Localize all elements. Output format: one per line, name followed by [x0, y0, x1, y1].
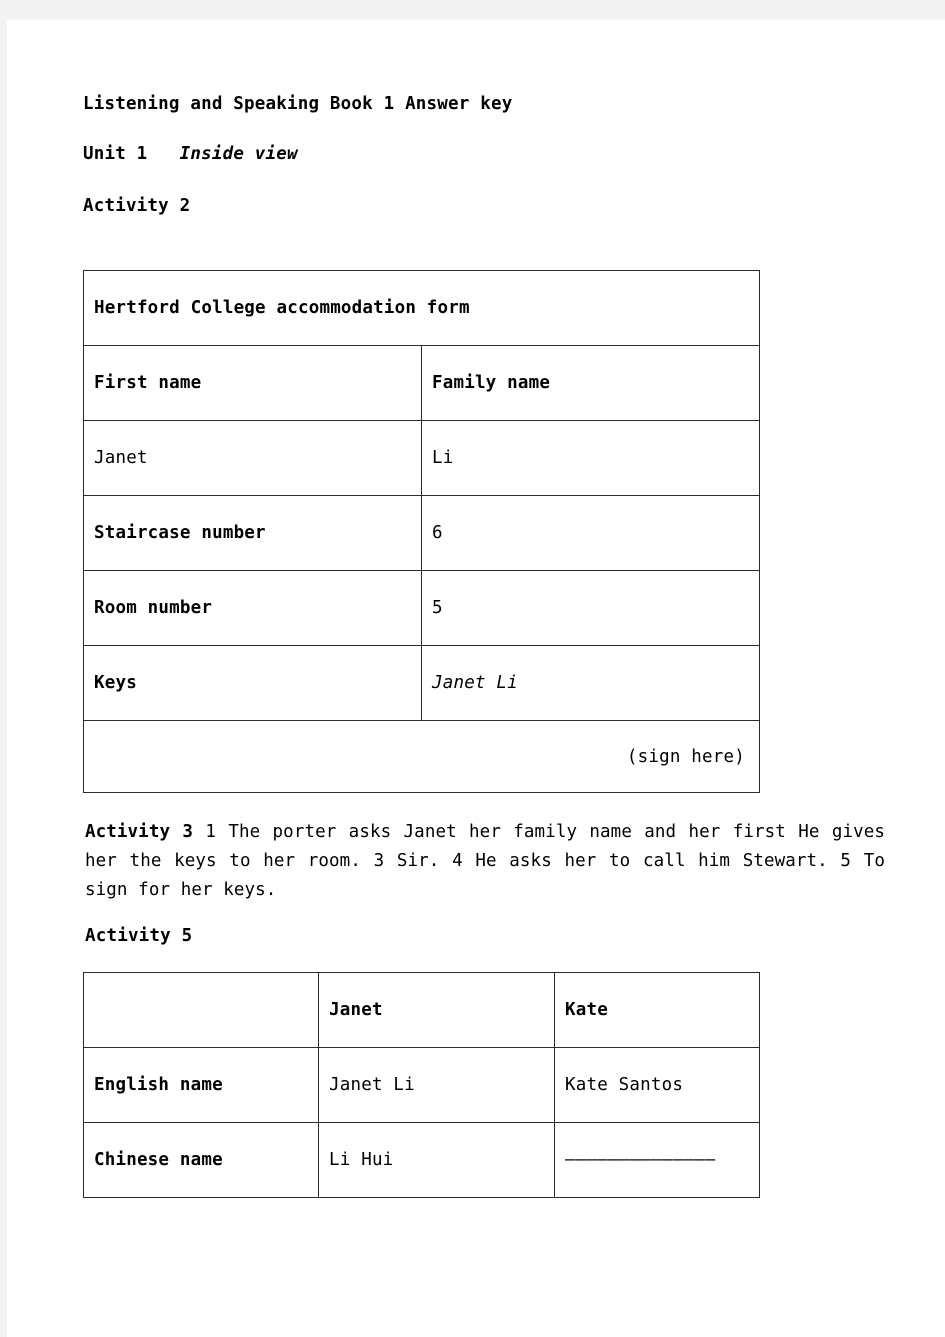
accommodation-form-table: Hertford College accommodation form Firs…	[83, 270, 760, 793]
table-row: Room number 5	[83, 570, 760, 646]
staircase-number-value: 6	[421, 495, 760, 571]
keys-label: Keys	[83, 645, 422, 721]
table-row: English name Janet Li Kate Santos	[83, 1047, 760, 1123]
first-name-label: First name	[83, 345, 422, 421]
table-row: Keys Janet Li	[83, 645, 760, 721]
english-name-janet: Janet Li	[318, 1047, 555, 1123]
keys-signature-value: Janet Li	[421, 645, 760, 721]
unit-number: Unit 1	[83, 144, 148, 164]
unit-title: Inside view	[179, 144, 298, 164]
chinese-name-label: Chinese name	[83, 1122, 319, 1198]
table-row: First name Family name	[83, 345, 760, 421]
table-row: Janet Li	[83, 420, 760, 496]
names-table-corner-cell	[83, 972, 319, 1048]
unit-spacer	[147, 144, 179, 164]
family-name-value: Li	[421, 420, 760, 496]
staircase-number-label: Staircase number	[83, 495, 422, 571]
activity-3-label: Activity 3	[85, 822, 194, 842]
activity-3-block: Activity 3 1 The porter asks Janet her f…	[85, 818, 885, 905]
names-comparison-table: Janet Kate English name Janet Li Kate Sa…	[83, 972, 760, 1198]
activity-5-heading: Activity 5	[85, 926, 193, 946]
first-name-value: Janet	[83, 420, 422, 496]
chinese-name-janet: Li Hui	[318, 1122, 555, 1198]
document-page: Listening and Speaking Book 1 Answer key…	[7, 20, 945, 1337]
unit-heading: Unit 1 Inside view	[83, 144, 883, 198]
column-header-kate: Kate	[554, 972, 760, 1048]
family-name-label: Family name	[421, 345, 760, 421]
table-row: Hertford College accommodation form	[83, 270, 760, 346]
chinese-name-kate-blank: ——————————————	[554, 1122, 760, 1198]
page-title: Listening and Speaking Book 1 Answer key	[83, 94, 513, 114]
english-name-kate: Kate Santos	[554, 1047, 760, 1123]
activity-3-text: 1 The porter asks Janet her family name …	[85, 822, 886, 900]
activity-2-heading: Activity 2	[83, 196, 191, 216]
english-name-label: English name	[83, 1047, 319, 1123]
room-number-label: Room number	[83, 570, 422, 646]
table-row: Chinese name Li Hui ——————————————	[83, 1122, 760, 1198]
table-row: Janet Kate	[83, 972, 760, 1048]
activity-3-paragraph: Activity 3 1 The porter asks Janet her f…	[85, 818, 885, 905]
table-row: Staircase number 6	[83, 495, 760, 571]
sign-here-note: (sign here)	[83, 720, 760, 793]
accommodation-form-caption: Hertford College accommodation form	[83, 270, 760, 346]
document-content: Listening and Speaking Book 1 Answer key…	[83, 94, 885, 1198]
column-header-janet: Janet	[318, 972, 555, 1048]
table-row: (sign here)	[83, 720, 760, 793]
room-number-value: 5	[421, 570, 760, 646]
